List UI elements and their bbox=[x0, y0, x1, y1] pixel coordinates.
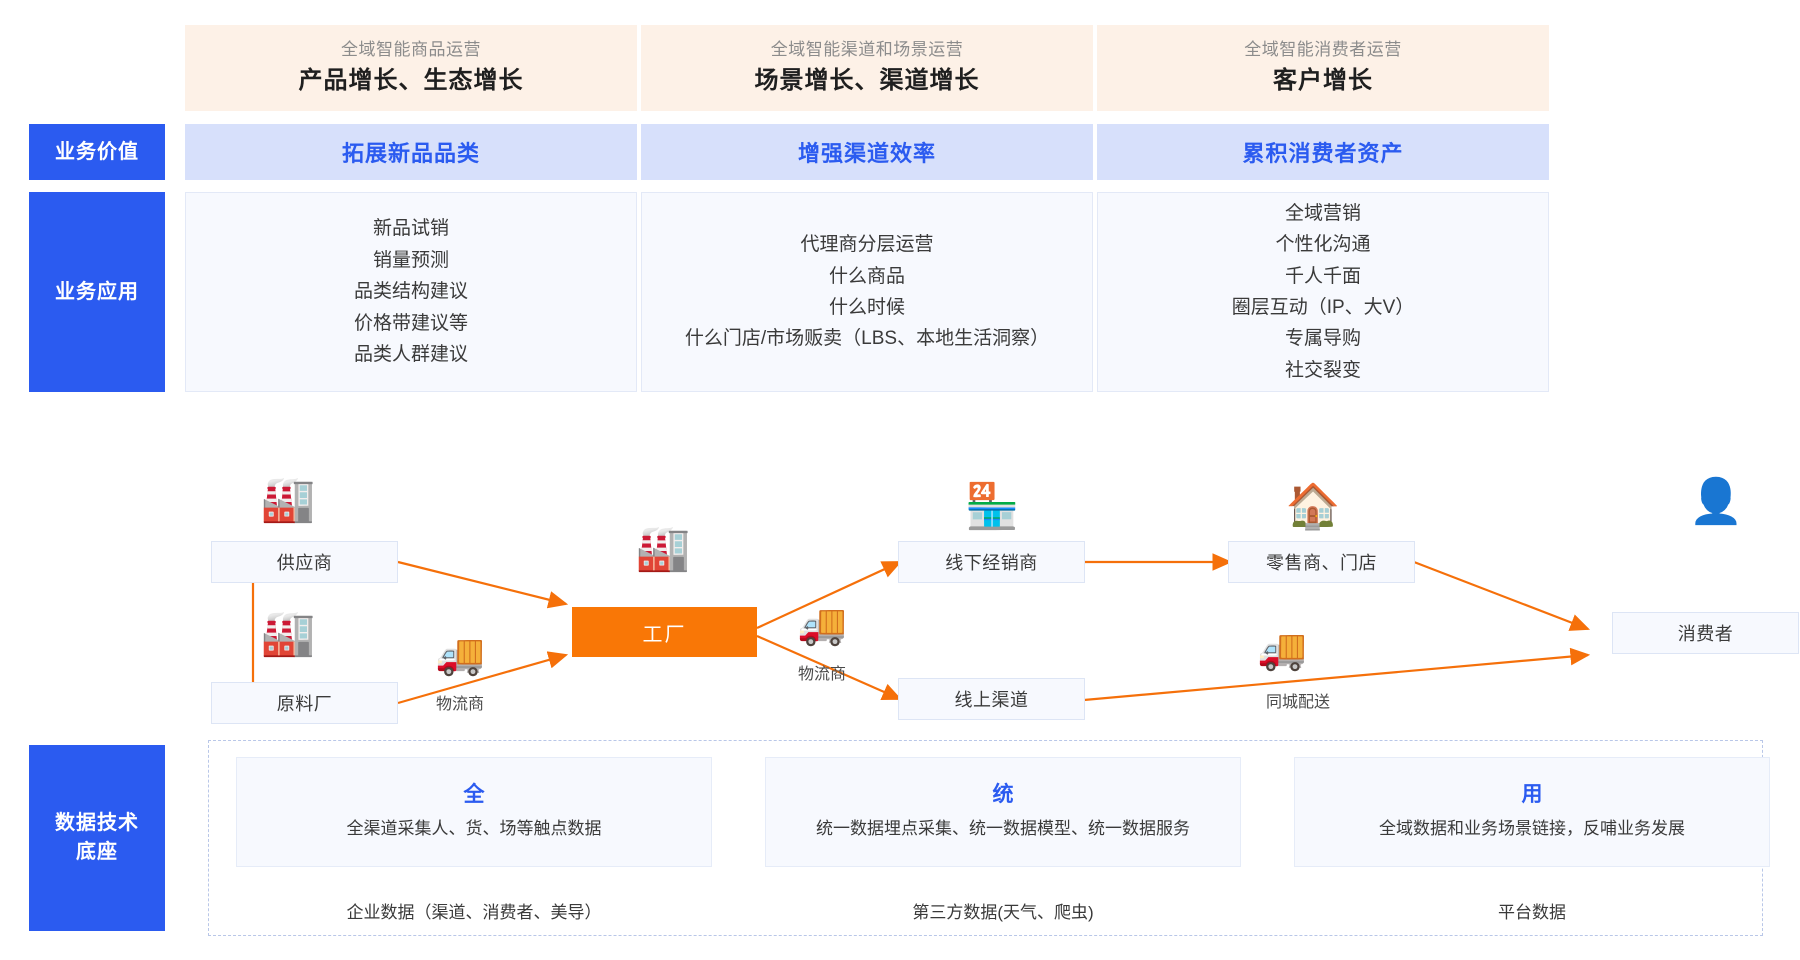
data-foundation-desc: 全渠道采集人、货、场等触点数据 bbox=[346, 818, 602, 838]
flow-caption-logistics-mid: 物流商 bbox=[774, 660, 870, 684]
data-foundation-card-2: 统 统一数据埋点采集、统一数据模型、统一数据服务 bbox=[765, 757, 1241, 867]
application-item: 什么商品 bbox=[828, 265, 905, 287]
business-value-card-3: 累积消费者资产 bbox=[1097, 124, 1549, 180]
strategy-card-1: 全域智能商品运营 产品增长、生态增长 bbox=[185, 25, 637, 111]
business-application-card-3: 全域营销 个性化沟通 千人千面 圈层互动（IP、大V） 专属导购 社交裂变 bbox=[1097, 192, 1549, 392]
application-item: 品类人群建议 bbox=[353, 344, 468, 366]
data-foundation-card-1: 全 全渠道采集人、货、场等触点数据 bbox=[236, 757, 712, 867]
flow-node-supplier[interactable]: 供应商 bbox=[211, 541, 398, 583]
data-foundation-source-2: 第三方数据(天气、爬虫) bbox=[765, 898, 1241, 923]
architecture-diagram: 全域智能商品运营 产品增长、生态增长 全域智能渠道和场景运营 场景增长、渠道增长… bbox=[0, 0, 1800, 960]
strategy-card-3: 全域智能消费者运营 客户增长 bbox=[1097, 25, 1549, 111]
flow-node-material-plant[interactable]: 原料厂 bbox=[211, 682, 398, 724]
data-foundation-source-label: 企业数据（渠道、消费者、美导） bbox=[346, 903, 602, 922]
row-label-text: 业务价值 bbox=[55, 140, 139, 163]
business-value-text: 拓展新品品类 bbox=[341, 141, 480, 166]
factory-icon: 🏭 bbox=[260, 475, 316, 524]
strategy-title: 产品增长、生态增长 bbox=[298, 66, 524, 94]
business-value-card-2: 增强渠道效率 bbox=[641, 124, 1093, 180]
application-item: 什么时候 bbox=[828, 297, 905, 318]
flow-node-label: 原料厂 bbox=[276, 694, 333, 714]
flow-node-label: 线上渠道 bbox=[954, 690, 1029, 710]
application-item: 销量预测 bbox=[372, 249, 449, 271]
application-item: 新品试销 bbox=[372, 218, 449, 240]
strategy-subtitle: 全域智能消费者运营 bbox=[1244, 40, 1402, 60]
business-application-card-2: 代理商分层运营 什么商品 什么时候 什么门店/市场贩卖（LBS、本地生活洞察） bbox=[641, 192, 1093, 392]
strategy-title: 客户增长 bbox=[1273, 66, 1373, 94]
truck-icon: 🚚 bbox=[1257, 628, 1307, 672]
data-foundation-source-label: 平台数据 bbox=[1498, 903, 1566, 922]
data-foundation-source-1: 企业数据（渠道、消费者、美导） bbox=[236, 898, 712, 923]
application-item: 社交裂变 bbox=[1284, 359, 1361, 381]
flow-node-label: 工厂 bbox=[642, 623, 687, 646]
data-foundation-key: 统 bbox=[992, 782, 1014, 806]
application-item: 专属导购 bbox=[1284, 328, 1361, 350]
flow-caption-city-delivery: 同城配送 bbox=[1238, 688, 1358, 712]
factory-icon: 🏭 bbox=[260, 609, 316, 658]
business-application-card-1: 新品试销 销量预测 品类结构建议 价格带建议等 品类人群建议 bbox=[185, 192, 637, 392]
flow-node-offline-dealer[interactable]: 线下经销商 bbox=[898, 541, 1085, 583]
application-item: 品类结构建议 bbox=[353, 281, 468, 303]
row-label-text: 业务应用 bbox=[55, 280, 139, 303]
truck-icon: 🚚 bbox=[435, 633, 485, 677]
application-item: 什么门店/市场贩卖（LBS、本地生活洞察） bbox=[684, 328, 1050, 350]
user-avatar-icon: 👤 bbox=[1688, 477, 1744, 526]
shop-house-icon: 🏠 bbox=[1285, 482, 1341, 531]
data-foundation-key: 用 bbox=[1521, 782, 1543, 806]
flow-node-label: 零售商、门店 bbox=[1266, 553, 1377, 573]
data-foundation-source-label: 第三方数据(天气、爬虫) bbox=[912, 903, 1094, 922]
data-foundation-desc: 统一数据埋点采集、统一数据模型、统一数据服务 bbox=[816, 818, 1190, 838]
business-value-card-1: 拓展新品品类 bbox=[185, 124, 637, 180]
flow-node-label: 供应商 bbox=[276, 553, 333, 573]
application-item: 个性化沟通 bbox=[1275, 234, 1371, 256]
application-item: 千人千面 bbox=[1284, 265, 1361, 287]
flow-node-label: 消费者 bbox=[1677, 624, 1734, 644]
flow-node-label: 线下经销商 bbox=[945, 553, 1038, 573]
data-foundation-card-3: 用 全域数据和业务场景链接，反哺业务发展 bbox=[1294, 757, 1770, 867]
strategy-subtitle: 全域智能渠道和场景运营 bbox=[770, 40, 964, 60]
flow-caption-logistics-left: 物流商 bbox=[412, 690, 508, 714]
row-label-line: 底座 bbox=[76, 841, 118, 863]
row-label-data-foundation: 数据技术 底座 bbox=[29, 745, 165, 931]
strategy-card-2: 全域智能渠道和场景运营 场景增长、渠道增长 bbox=[641, 25, 1093, 111]
application-item: 圈层互动（IP、大V） bbox=[1231, 297, 1415, 318]
row-label-line: 数据技术 bbox=[55, 812, 139, 834]
data-foundation-key: 全 bbox=[463, 782, 485, 806]
industrial-plant-icon: 🏭 bbox=[635, 524, 691, 573]
business-value-text: 累积消费者资产 bbox=[1242, 141, 1404, 166]
flow-node-online-channel[interactable]: 线上渠道 bbox=[898, 678, 1085, 720]
store-icon: 🏪 bbox=[964, 482, 1020, 531]
flow-node-retailer[interactable]: 零售商、门店 bbox=[1228, 541, 1415, 583]
application-item: 代理商分层运营 bbox=[800, 234, 934, 256]
strategy-title: 场景增长、渠道增长 bbox=[754, 66, 980, 94]
data-foundation-source-3: 平台数据 bbox=[1294, 898, 1770, 923]
flow-node-factory[interactable]: 工厂 bbox=[572, 607, 757, 657]
flow-caption-label: 物流商 bbox=[797, 666, 846, 683]
application-item: 全域营销 bbox=[1284, 202, 1361, 224]
row-label-business-application: 业务应用 bbox=[29, 192, 165, 392]
truck-icon: 🚚 bbox=[797, 603, 847, 647]
strategy-subtitle: 全域智能商品运营 bbox=[341, 40, 481, 60]
business-value-text: 增强渠道效率 bbox=[797, 141, 936, 166]
flow-caption-label: 同城配送 bbox=[1265, 694, 1330, 711]
row-label-business-value: 业务价值 bbox=[29, 124, 165, 180]
flow-node-consumer[interactable]: 消费者 bbox=[1612, 612, 1799, 654]
flow-caption-label: 物流商 bbox=[435, 696, 484, 713]
application-item: 价格带建议等 bbox=[353, 312, 468, 334]
data-foundation-desc: 全域数据和业务场景链接，反哺业务发展 bbox=[1379, 818, 1685, 838]
